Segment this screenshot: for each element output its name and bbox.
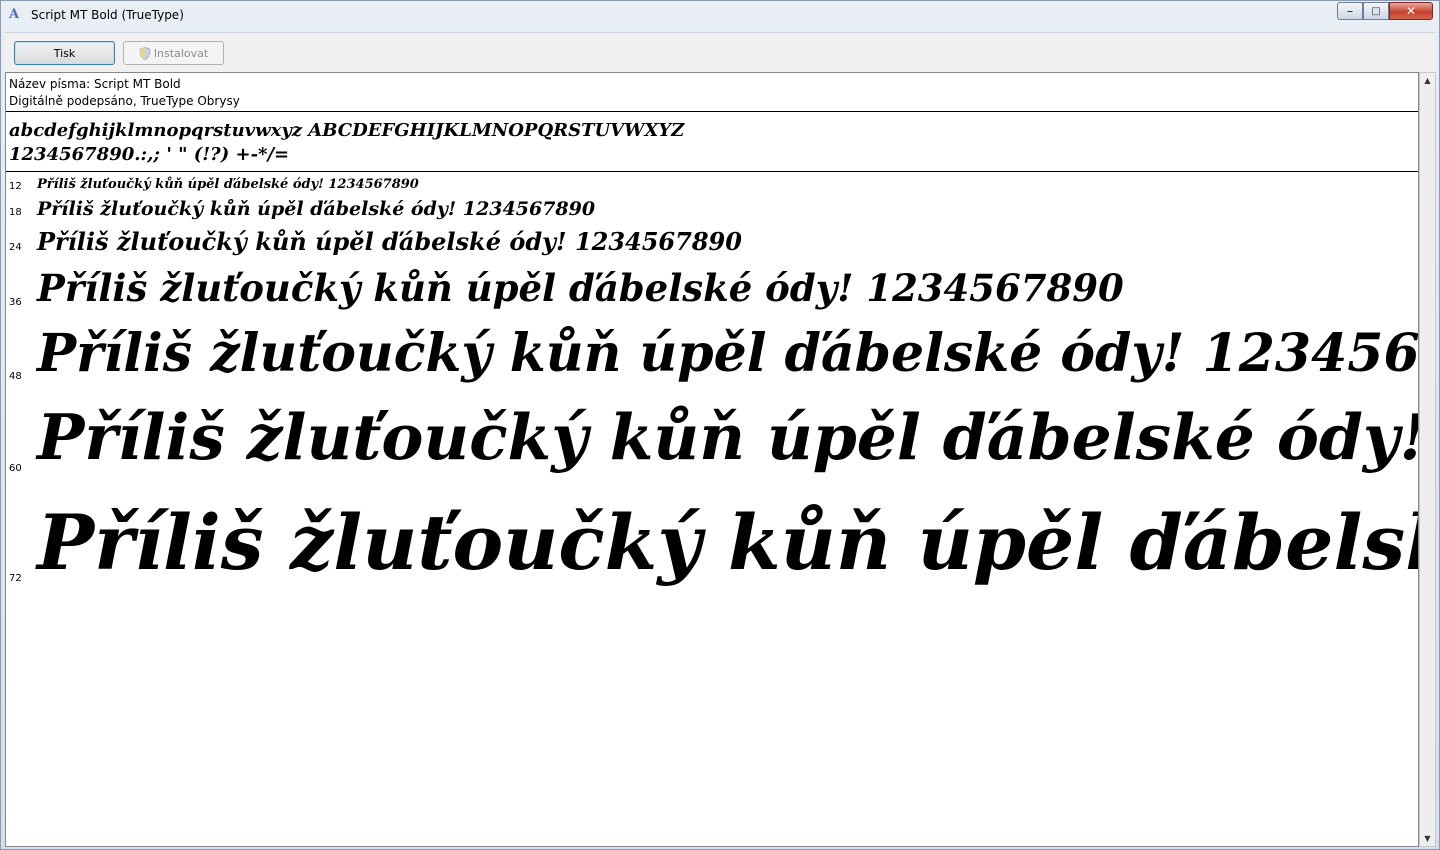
font-info: Název písma: Script MT Bold Digitálně po… (9, 76, 240, 110)
sample-row: 48 Příliš žluťoučký kůň úpěl ďábelské ód… (6, 323, 1418, 389)
signature-line: Digitálně podepsáno, TrueType Obrysy (9, 94, 240, 108)
sample-row: 60 Příliš žluťoučký kůň úpěl ďábelské ód… (6, 400, 1418, 484)
sample-text: Příliš žluťoučký kůň úpěl ďábelské ódy! … (37, 227, 742, 256)
scroll-down-icon: ▼ (1424, 834, 1431, 843)
close-button[interactable]: ✕ (1389, 2, 1433, 20)
divider (6, 111, 1418, 112)
font-icon: A (9, 7, 20, 22)
sample-text: Příliš žluťoučký kůň úpěl ďábelské ódy! … (37, 266, 1124, 310)
maximize-icon: □ (1371, 5, 1381, 17)
window-title: Script MT Bold (TrueType) (31, 8, 184, 22)
sample-text: Příliš žluťoučký kůň úpěl ďábelské ódy! … (37, 400, 1419, 474)
print-button[interactable]: Tisk (14, 41, 115, 65)
sample-size-label: 24 (9, 242, 22, 253)
window-controls: ⎯ □ ✕ (1337, 2, 1433, 21)
sample-row: 36 Příliš žluťoučký kůň úpěl ďábelské ód… (6, 266, 1418, 314)
sample-size-label: 12 (9, 181, 22, 192)
print-button-label: Tisk (53, 46, 76, 60)
font-viewer-window: A Script MT Bold (TrueType) ⎯ □ ✕ Tisk I… (0, 0, 1440, 850)
sample-text: Příliš žluťoučký kůň úpěl ďábelské ódy! … (37, 323, 1419, 384)
install-button-label: Instalovat (153, 46, 209, 60)
font-preview-area: Název písma: Script MT Bold Digitálně po… (5, 72, 1419, 847)
sample-row: 18 Příliš žluťoučký kůň úpěl ďábelské ód… (6, 198, 1418, 224)
sample-row: 12 Příliš žluťoučký kůň úpěl ďábelské ód… (6, 177, 1418, 197)
shield-icon (139, 46, 151, 60)
sample-size-label: 48 (9, 371, 22, 382)
sample-row: 24 Příliš žluťoučký kůň úpěl ďábelské ód… (6, 227, 1418, 259)
sample-size-label: 72 (9, 573, 22, 584)
scroll-down-button[interactable]: ▼ (1420, 831, 1435, 846)
charset-line-letters: abcdefghijklmnopqrstuvwxyz ABCDEFGHIJKLM… (9, 120, 685, 141)
toolbar: Tisk Instalovat (5, 32, 1435, 73)
maximize-button[interactable]: □ (1363, 2, 1389, 20)
install-button: Instalovat (123, 41, 224, 65)
font-name-line: Název písma: Script MT Bold (9, 77, 181, 91)
scroll-up-button[interactable]: ▲ (1420, 73, 1435, 88)
scroll-up-icon: ▲ (1424, 76, 1431, 85)
minimize-button[interactable]: ⎯ (1337, 2, 1363, 20)
sample-size-label: 18 (9, 207, 22, 218)
character-set: abcdefghijklmnopqrstuvwxyz ABCDEFGHIJKLM… (9, 119, 684, 167)
minimize-icon: ⎯ (1347, 5, 1353, 17)
close-icon: ✕ (1405, 4, 1417, 18)
title-bar[interactable]: A Script MT Bold (TrueType) ⎯ □ ✕ (1, 1, 1439, 31)
sample-text: Příliš žluťoučký kůň úpěl ďábelské ódy! … (37, 498, 1418, 587)
sample-size-label: 60 (9, 463, 22, 474)
sample-text: Příliš žluťoučký kůň úpěl ďábelské ódy! … (37, 198, 596, 220)
vertical-scrollbar[interactable]: ▲ ▼ (1419, 72, 1436, 847)
sample-row: 72 Příliš žluťoučký kůň úpěl ďábelské ód… (6, 498, 1418, 598)
sample-text: Příliš žluťoučký kůň úpěl ďábelské ódy! … (37, 177, 419, 192)
charset-line-digits: 1234567890.:,; ' " (!?) +-*/= (9, 144, 290, 165)
divider (6, 171, 1418, 172)
sample-size-label: 36 (9, 297, 22, 308)
